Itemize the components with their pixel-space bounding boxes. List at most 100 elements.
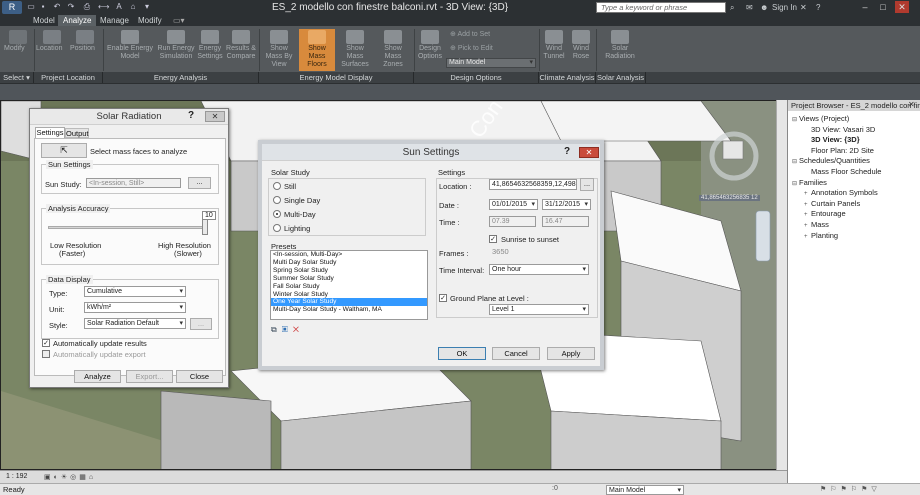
radio-lighting[interactable] (273, 224, 281, 232)
text-icon[interactable]: A (114, 2, 124, 12)
results-compare-button[interactable]: Results & Compare (224, 29, 258, 71)
unit-select[interactable]: kWh/m² (84, 302, 186, 313)
energy-settings-button[interactable]: Energy Settings (197, 29, 223, 71)
tab-analyze[interactable]: Analyze (58, 15, 97, 26)
search-input[interactable]: Type a keyword or phrase (596, 2, 726, 13)
collapse-icon[interactable]: ⊟ (792, 158, 799, 167)
open-icon[interactable]: ▭ (26, 2, 36, 12)
cancel-button[interactable]: Cancel (492, 347, 540, 360)
status-filter-icons[interactable]: ⚑⚐⚑⚐⚑▽ (820, 485, 881, 493)
active-design-option-select[interactable]: Main Model (606, 485, 684, 495)
help-icon[interactable]: ? (816, 2, 820, 13)
close-icon[interactable]: ✕ (205, 111, 225, 122)
design-option-select[interactable]: Main Model (446, 58, 536, 68)
show-mass-surfaces-button[interactable]: Show Mass Surfaces (337, 29, 373, 71)
position-button[interactable]: Position (70, 29, 100, 71)
sign-in-link[interactable]: Sign In (772, 2, 797, 13)
preset-item[interactable]: Multi Day Solar Study (271, 259, 427, 267)
close-project-browser-icon[interactable]: ✕ (908, 100, 915, 109)
date-to-field[interactable]: 31/12/2015 (542, 199, 591, 210)
export-button[interactable]: Export... (126, 370, 173, 383)
accuracy-slider-track[interactable] (48, 226, 208, 229)
location-browse-button[interactable]: ... (580, 178, 594, 191)
preset-item[interactable]: Winter Solar Study (271, 291, 427, 299)
browser-item[interactable]: 3D View: Vasari 3D (804, 125, 875, 134)
browser-item[interactable]: + Mass (804, 220, 829, 231)
wind-tunnel-button[interactable]: Wind Tunnel (541, 29, 567, 71)
radio-single-day[interactable] (273, 196, 281, 204)
preset-item[interactable]: <In-session, Multi-Day> (271, 251, 427, 259)
save-icon[interactable]: ▪ (38, 2, 48, 12)
enable-energy-model-button[interactable]: Enable Energy Model (105, 29, 155, 71)
preset-item[interactable]: One Year Solar Study (271, 298, 427, 307)
close-window-button[interactable]: ✕ (895, 1, 909, 13)
browser-item[interactable]: + Curtain Panels (804, 199, 860, 210)
qat-dropdown-icon[interactable]: ▾ (142, 2, 152, 12)
time-interval-select[interactable]: One hour (489, 264, 589, 275)
browser-item[interactable]: + Annotation Symbols (804, 188, 878, 199)
rename-preset-icon[interactable]: ▣ (282, 325, 293, 334)
ok-button[interactable]: OK (438, 347, 486, 360)
analyze-button[interactable]: Analyze (74, 370, 121, 383)
auto-update-results-checkbox[interactable]: ✓ (42, 339, 50, 347)
radio-still[interactable] (273, 182, 281, 190)
wind-rose-button[interactable]: Wind Rose (568, 29, 594, 71)
tab-output[interactable]: Output (65, 128, 89, 138)
application-menu-button[interactable]: R (2, 1, 22, 14)
preset-item[interactable]: Fall Solar Study (271, 283, 427, 291)
browser-item[interactable]: Mass Floor Schedule (804, 167, 881, 176)
collapse-icon[interactable]: ⊟ (792, 116, 799, 125)
expand-icon[interactable]: + (804, 233, 811, 242)
apply-button[interactable]: Apply (547, 347, 595, 360)
maximize-button[interactable]: □ (876, 1, 890, 13)
group-select[interactable]: Select ▾ (0, 72, 34, 83)
style-select[interactable]: Solar Radiation Default (84, 318, 186, 329)
measure-icon[interactable]: ⟷ (98, 2, 109, 12)
help-icon[interactable]: ? (564, 146, 570, 157)
tab-model[interactable]: Model (28, 15, 60, 26)
search-icon[interactable]: ⌕ (730, 2, 734, 13)
modify-button[interactable]: Modify (4, 29, 32, 71)
location-button[interactable]: Location (36, 29, 68, 71)
browser-item[interactable]: ⊟ Views (Project) (792, 114, 849, 125)
date-from-field[interactable]: 01/01/2015 (489, 199, 538, 210)
scale-label[interactable]: 1 : 192 (6, 473, 27, 480)
browser-item[interactable]: + Planting (804, 231, 838, 242)
redo-icon[interactable]: ↷ (66, 2, 76, 12)
delete-preset-icon[interactable]: ✕ (293, 325, 304, 334)
viewport-scrollbar[interactable] (776, 100, 787, 470)
solar-radiation-button[interactable]: Solar Radiation (598, 29, 642, 71)
collapse-icon[interactable]: ⊟ (792, 180, 799, 189)
browser-item[interactable]: Floor Plan: 2D Site (804, 146, 874, 155)
design-options-button[interactable]: Design Options (416, 29, 444, 71)
ground-plane-level-select[interactable]: Level 1 (489, 304, 589, 315)
pick-to-edit-button[interactable]: ⊕ Pick to Edit (450, 44, 493, 52)
show-mass-zones-button[interactable]: Show Mass Zones (375, 29, 411, 71)
close-icon[interactable]: ✕ (579, 147, 599, 158)
browser-item[interactable]: ⊟ Schedules/Quantities (792, 156, 870, 167)
minimize-button[interactable]: – (858, 1, 872, 13)
preset-item[interactable]: Spring Solar Study (271, 267, 427, 275)
3d-view-icon[interactable]: ⌂ (128, 2, 138, 12)
tab-settings[interactable]: Settings (35, 127, 65, 138)
type-select[interactable]: Cumulative (84, 286, 186, 297)
undo-icon[interactable]: ↶ (52, 2, 62, 12)
select-faces-button[interactable]: ⇱ (41, 143, 87, 158)
sunrise-to-sunset-checkbox[interactable]: ✓ (489, 235, 497, 243)
browser-item[interactable]: + Entourage (804, 209, 846, 220)
sun-settings-browse-button[interactable]: ... (188, 177, 211, 189)
communication-icon[interactable]: ✉ (746, 2, 753, 13)
run-energy-simulation-button[interactable]: Run Energy Simulation (156, 29, 196, 71)
presets-list[interactable]: <In-session, Multi-Day> Multi Day Solar S… (270, 250, 428, 320)
radio-multi-day[interactable] (273, 210, 281, 218)
show-mass-by-view-button[interactable]: Show Mass By View (261, 29, 297, 71)
style-edit-button[interactable]: ... (190, 318, 212, 330)
print-icon[interactable]: ⎙ (82, 2, 92, 12)
accuracy-slider-thumb[interactable] (202, 219, 208, 235)
add-to-set-button[interactable]: ⊕ Add to Set (450, 30, 490, 38)
exchange-icon[interactable]: ✕ (800, 2, 807, 13)
duplicate-preset-icon[interactable]: ⧉ (271, 325, 282, 334)
tab-modify[interactable]: Modify (133, 15, 167, 26)
close-button[interactable]: Close (176, 370, 223, 383)
browser-item[interactable]: 3D View: {3D} (804, 135, 860, 144)
